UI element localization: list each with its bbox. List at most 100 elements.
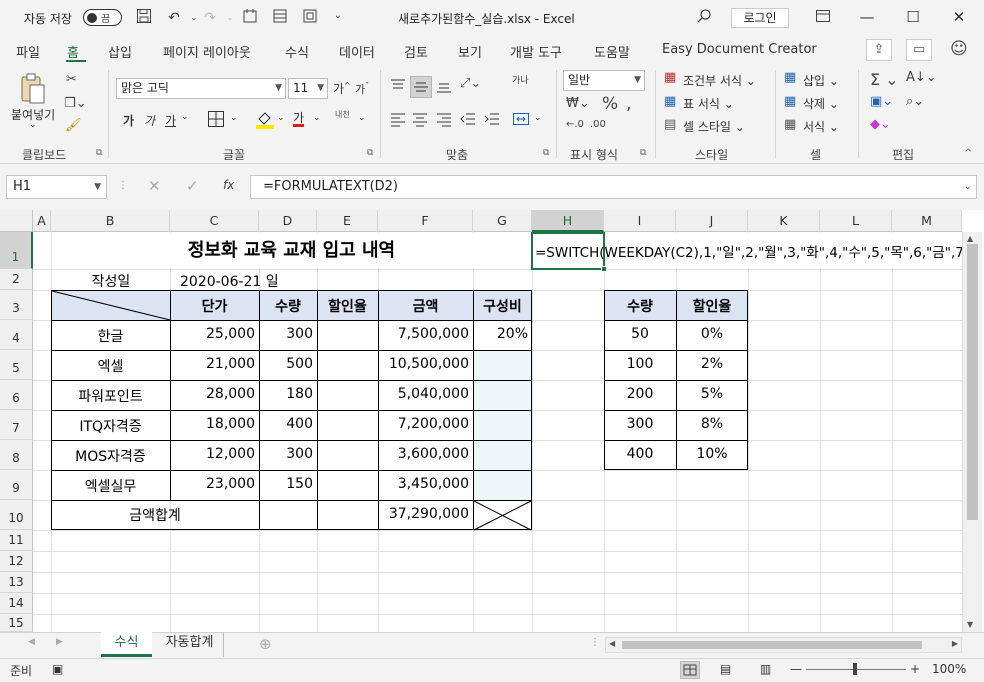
cancel-icon[interactable]: ✕: [148, 177, 161, 195]
tab-help[interactable]: 도움말: [594, 42, 630, 61]
row-header-8[interactable]: 8: [0, 440, 33, 470]
format-as-table-button[interactable]: 표 서식 ⌄: [683, 95, 734, 112]
fill-icon[interactable]: ▣⌄: [870, 94, 893, 109]
accounting-format-icon[interactable]: ₩⌄: [566, 96, 590, 111]
zoom-level[interactable]: 100%: [932, 662, 966, 676]
hscroll-thumb[interactable]: [622, 641, 922, 649]
insert-cells-button[interactable]: 삽입 ⌄: [803, 72, 839, 89]
decrease-decimal-icon[interactable]: .00: [590, 119, 606, 130]
clear-icon[interactable]: ◆⌄: [870, 117, 891, 132]
tab-view[interactable]: 보기: [458, 42, 482, 61]
column-header-i[interactable]: I: [604, 210, 676, 232]
normal-view-icon[interactable]: [680, 661, 700, 679]
alignment-launcher-icon[interactable]: ⧉: [543, 148, 549, 158]
column-header-k[interactable]: K: [748, 210, 820, 232]
item-name[interactable]: 한글: [51, 326, 170, 346]
number-format-combo[interactable]: 일반 ▼: [563, 70, 645, 91]
author-label[interactable]: 작성일: [52, 271, 170, 291]
insert-function-icon[interactable]: fx: [223, 178, 234, 192]
borders-icon[interactable]: [207, 110, 225, 131]
column-header-m[interactable]: M: [892, 210, 962, 232]
phonetic-dropdown-icon[interactable]: ⌄: [358, 113, 366, 123]
row-header-9[interactable]: 9: [0, 470, 33, 500]
column-header-g[interactable]: G: [473, 210, 532, 232]
zoom-in-icon[interactable]: +: [910, 662, 920, 676]
increase-indent-icon[interactable]: [484, 111, 500, 131]
row-header-13[interactable]: 13: [0, 572, 33, 593]
tab-page-layout[interactable]: 페이지 레이아웃: [163, 42, 251, 61]
phonetic-button[interactable]: 내천: [335, 110, 351, 119]
scroll-down-icon[interactable]: ▼: [967, 620, 973, 629]
add-sheet-icon[interactable]: ⊕: [259, 635, 272, 653]
formula-input[interactable]: =FORMULATEXT(D2) ⌄: [250, 175, 977, 199]
comments-icon[interactable]: ▭: [906, 39, 932, 61]
lookup-rate[interactable]: 5%: [676, 386, 748, 402]
copy-icon[interactable]: ❐⌄: [64, 96, 87, 111]
fill-color-dropdown-icon[interactable]: ⌄: [277, 113, 285, 123]
item-ratio[interactable]: 20%: [473, 326, 532, 342]
touch-mode-icon[interactable]: [240, 8, 260, 28]
cell-styles-button[interactable]: 셀 스타일 ⌄: [683, 118, 745, 135]
page-layout-view-icon[interactable]: ▤: [720, 662, 731, 676]
column-header-j[interactable]: J: [676, 210, 748, 232]
item-name[interactable]: 파워포인트: [51, 386, 170, 406]
zoom-out-icon[interactable]: —: [790, 662, 802, 676]
row-header-12[interactable]: 12: [0, 551, 33, 572]
tab-file[interactable]: 파일: [16, 42, 40, 61]
font-color-dropdown-icon[interactable]: ⌄: [313, 113, 321, 123]
active-cell-h1[interactable]: [531, 232, 605, 270]
scroll-thumb[interactable]: [967, 244, 978, 520]
item-amount[interactable]: 7,200,000: [378, 416, 473, 432]
item-price[interactable]: 23,000: [170, 476, 259, 492]
merge-dropdown-icon[interactable]: ⌄: [534, 113, 542, 123]
tab-review[interactable]: 검토: [404, 42, 428, 61]
lookup-qty[interactable]: 50: [604, 326, 676, 342]
smiley-icon[interactable]: ☺: [950, 39, 968, 59]
header-discount[interactable]: 할인율: [317, 296, 378, 316]
fill-color-icon[interactable]: [255, 109, 275, 132]
item-price[interactable]: 28,000: [170, 386, 259, 402]
align-top-icon[interactable]: [390, 78, 406, 98]
author-date[interactable]: 2020-06-21 일: [180, 271, 279, 291]
bold-button[interactable]: 가: [123, 112, 134, 129]
increase-decimal-icon[interactable]: ←.0: [566, 119, 584, 130]
item-amount[interactable]: 10,500,000: [378, 356, 473, 372]
tab-easy-document-creator[interactable]: Easy Document Creator: [662, 42, 817, 57]
row-header-5[interactable]: 5: [0, 350, 33, 380]
item-amount[interactable]: 7,500,000: [378, 326, 473, 342]
scroll-left-icon[interactable]: ◀: [609, 639, 615, 648]
tab-formulas[interactable]: 수식: [285, 42, 309, 61]
column-header-h[interactable]: H: [532, 210, 604, 232]
item-qty[interactable]: 300: [259, 446, 317, 462]
undo-icon[interactable]: ↶: [164, 8, 184, 28]
prev-sheet-icon[interactable]: ◀: [28, 637, 35, 647]
row-header-15[interactable]: 15: [0, 614, 33, 632]
italic-button[interactable]: 가: [144, 112, 155, 129]
minimize-icon[interactable]: —: [852, 6, 882, 28]
column-header-b[interactable]: B: [51, 210, 170, 232]
split-handle-icon[interactable]: ⋮: [590, 637, 600, 648]
cut-icon[interactable]: ✂: [66, 72, 77, 87]
percent-style-icon[interactable]: %: [602, 94, 618, 114]
lookup-header-rate[interactable]: 할인율: [676, 296, 748, 316]
number-launcher-icon[interactable]: ⧉: [640, 148, 646, 158]
close-icon[interactable]: ✕: [944, 6, 974, 28]
scroll-right-icon[interactable]: ▶: [952, 639, 958, 648]
align-middle-icon[interactable]: [410, 76, 432, 98]
format-painter-icon[interactable]: 🖌: [65, 118, 82, 133]
tab-data[interactable]: 데이터: [339, 42, 375, 61]
next-sheet-icon[interactable]: ▶: [56, 637, 63, 647]
column-header-l[interactable]: L: [820, 210, 892, 232]
sort-filter-icon[interactable]: A↓⌄: [906, 70, 937, 85]
align-left-icon[interactable]: [390, 111, 406, 131]
item-name[interactable]: MOS자격증: [51, 446, 170, 466]
zoom-slider-thumb[interactable]: [853, 663, 857, 675]
row-header-14[interactable]: 14: [0, 593, 33, 614]
macro-record-icon[interactable]: ▣: [52, 662, 63, 676]
lookup-rate[interactable]: 0%: [676, 326, 748, 342]
align-right-icon[interactable]: [436, 111, 452, 131]
header-quantity[interactable]: 수량: [259, 296, 317, 316]
sheet-tab-autosum[interactable]: 자동합계: [156, 632, 224, 657]
borders-dropdown-icon[interactable]: ⌄: [230, 113, 238, 123]
horizontal-scrollbar[interactable]: ◀ ▶: [605, 637, 962, 653]
